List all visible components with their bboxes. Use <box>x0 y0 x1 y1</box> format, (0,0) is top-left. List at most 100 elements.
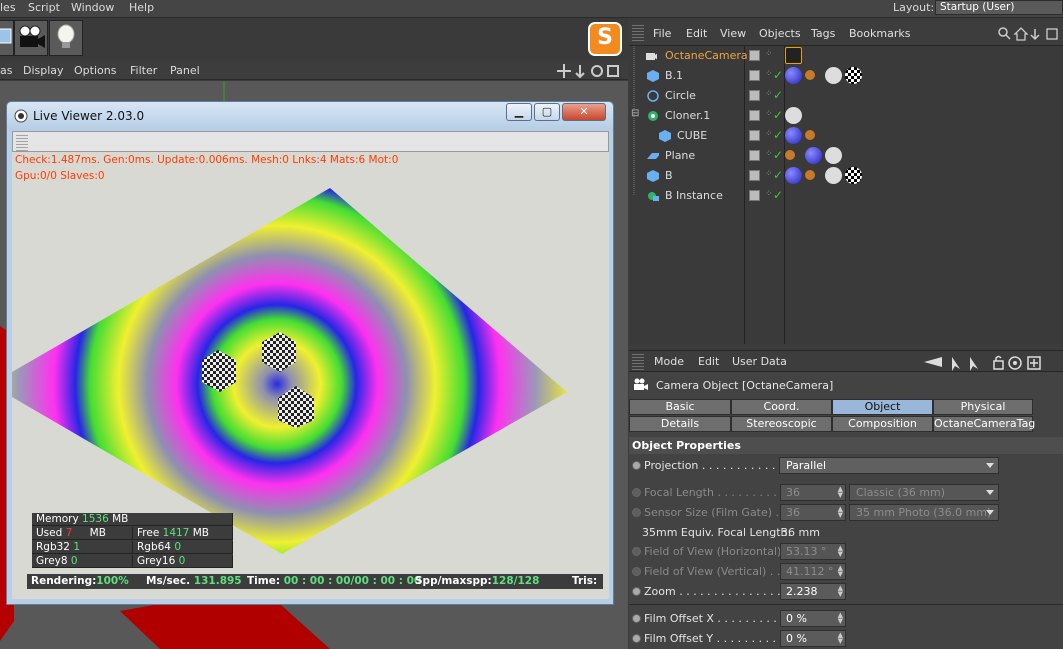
object-row-cloner1[interactable]: ⊟ Cloner.1 ⁘ ✓ <box>629 106 1063 126</box>
octane-s-button[interactable]: S <box>588 22 622 56</box>
texture-tag-icon[interactable] <box>805 70 815 80</box>
checker-tag-icon[interactable] <box>845 167 862 184</box>
visibility-dots-icon[interactable]: ⁘ <box>765 49 773 59</box>
om-menu-tags[interactable]: Tags <box>811 27 835 40</box>
checker-tag-icon[interactable] <box>845 67 862 84</box>
fov-horizontal-input[interactable]: 53.13 ° ▲ ▼ <box>780 543 846 560</box>
om-menu-objects[interactable]: Objects <box>759 27 801 40</box>
visibility-dots-icon[interactable]: ⁘ <box>765 169 773 179</box>
focal-length-preset[interactable]: Classic (36 mm) <box>849 484 999 501</box>
tab-details[interactable]: Details <box>629 416 731 432</box>
texture-tag-icon[interactable] <box>785 150 795 160</box>
am-grip-icon[interactable] <box>632 354 644 370</box>
keyframe-radio[interactable] <box>632 488 641 497</box>
tab-composition[interactable]: Composition <box>832 416 933 432</box>
keyframe-radio[interactable] <box>632 461 641 470</box>
visibility-dots-icon[interactable]: ⁘ <box>765 89 773 99</box>
projection-select[interactable]: Parallel <box>779 457 999 474</box>
vp-menu-panel[interactable]: Panel <box>170 64 200 77</box>
layer-swatch[interactable] <box>749 70 760 81</box>
keyframe-radio[interactable] <box>632 587 641 596</box>
viewport-nav-icons[interactable] <box>556 63 626 79</box>
tab-object[interactable]: Object <box>832 399 933 415</box>
keyframe-radio[interactable] <box>632 567 641 576</box>
film-offset-y-input[interactable]: 0 % ▲ ▼ <box>780 630 846 647</box>
toolbar-grip-icon[interactable] <box>16 135 28 151</box>
layer-swatch[interactable] <box>749 90 760 101</box>
keyframe-radio[interactable] <box>632 614 641 623</box>
octane-camera-tag-icon[interactable] <box>785 47 802 64</box>
menu-window[interactable]: Window <box>71 0 114 15</box>
am-menu-userdata[interactable]: User Data <box>732 355 787 368</box>
vp-menu-options[interactable]: Options <box>74 64 116 77</box>
keyframe-radio[interactable] <box>632 634 641 643</box>
material-tag-icon[interactable] <box>785 67 802 84</box>
om-menu-view[interactable]: View <box>720 27 746 40</box>
am-menu-mode[interactable]: Mode <box>654 355 684 368</box>
collapse-toggle-icon[interactable]: ⊟ <box>631 108 639 119</box>
enabled-check-icon[interactable]: ✓ <box>773 108 783 122</box>
sensor-size-input[interactable]: 36 ▲ ▼ <box>780 504 846 521</box>
light-tag-icon[interactable] <box>825 147 842 164</box>
maximize-button[interactable]: ▢ <box>534 103 560 121</box>
am-menu-edit[interactable]: Edit <box>698 355 719 368</box>
object-row-binstance[interactable]: B Instance ⁘ ✓ <box>629 186 1063 206</box>
om-grip-icon[interactable] <box>632 25 644 41</box>
layer-swatch[interactable] <box>749 150 760 161</box>
layer-swatch[interactable] <box>749 130 760 141</box>
light-tag-icon[interactable] <box>785 107 802 124</box>
light-button[interactable] <box>49 20 83 56</box>
tab-physical[interactable]: Physical <box>933 399 1033 415</box>
fov-vertical-input[interactable]: 41.112 ° ▲ ▼ <box>780 563 846 580</box>
film-offset-x-input[interactable]: 0 % ▲ ▼ <box>780 610 846 627</box>
enabled-check-icon[interactable]: ✓ <box>773 148 783 162</box>
vp-menu-display[interactable]: Display <box>23 64 64 77</box>
object-row-cube[interactable]: CUBE ⁘ ✓ <box>629 126 1063 146</box>
tab-octanecameratag[interactable]: OctaneCameraTag <box>933 416 1035 432</box>
close-button[interactable]: ✕ <box>562 103 606 121</box>
visibility-dots-icon[interactable]: ⁘ <box>765 69 773 79</box>
material-tag-icon[interactable] <box>785 167 802 184</box>
layer-swatch[interactable] <box>749 190 760 201</box>
vp-menu-filter[interactable]: Filter <box>130 64 157 77</box>
menu-script[interactable]: Script <box>28 0 60 15</box>
enabled-check-icon[interactable]: ✓ <box>773 88 783 102</box>
enabled-check-icon[interactable]: ✓ <box>773 68 783 82</box>
om-menu-bookmarks[interactable]: Bookmarks <box>849 27 910 40</box>
vp-menu-cameras[interactable]: as <box>0 64 12 77</box>
layer-swatch[interactable] <box>749 50 760 61</box>
om-menu-file[interactable]: File <box>653 27 671 40</box>
object-row-b1[interactable]: B.1 ⁘ ✓ <box>629 66 1063 86</box>
render-canvas[interactable]: Check:1.487ms. Gen:0ms. Update:0.006ms. … <box>12 152 609 599</box>
object-row-b[interactable]: B ⁘ ✓ <box>629 166 1063 186</box>
menu-files[interactable]: les <box>0 0 16 15</box>
enabled-check-icon[interactable]: ✓ <box>773 168 783 182</box>
object-row-circle[interactable]: Circle ⁘ ✓ <box>629 86 1063 106</box>
visibility-dots-icon[interactable]: ⁘ <box>765 109 773 119</box>
material-tag-icon[interactable] <box>805 147 822 164</box>
layer-swatch[interactable] <box>749 170 760 181</box>
enabled-check-icon[interactable]: ✓ <box>773 128 783 142</box>
render-view-button[interactable] <box>0 20 14 56</box>
sensor-size-preset[interactable]: 35 mm Photo (36.0 mm) <box>849 504 999 521</box>
minimize-button[interactable]: ▁ <box>506 103 532 121</box>
render-settings-button[interactable] <box>14 20 48 56</box>
om-toolbar-icons[interactable] <box>997 26 1063 42</box>
zoom-input[interactable]: 2.238 ▲ ▼ <box>780 583 846 600</box>
object-row-plane[interactable]: Plane ⁘ ✓ <box>629 146 1063 166</box>
light-tag-icon[interactable] <box>825 167 842 184</box>
enabled-check-icon[interactable]: ✓ <box>773 188 783 202</box>
live-viewer-titlebar[interactable]: Live Viewer 2.03.0 ▁ ▢ ✕ <box>7 102 613 130</box>
tab-coord[interactable]: Coord. <box>731 399 832 415</box>
visibility-dots-icon[interactable]: ⁘ <box>765 149 773 159</box>
om-menu-edit[interactable]: Edit <box>686 27 707 40</box>
texture-tag-icon[interactable] <box>805 130 815 140</box>
menu-help[interactable]: Help <box>129 0 154 15</box>
tab-stereoscopic[interactable]: Stereoscopic <box>731 416 832 432</box>
keyframe-radio[interactable] <box>632 547 641 556</box>
visibility-dots-icon[interactable]: ⁘ <box>765 129 773 139</box>
keyframe-radio[interactable] <box>632 508 641 517</box>
texture-tag-icon[interactable] <box>805 170 815 180</box>
focal-length-input[interactable]: 36 ▲ ▼ <box>780 484 846 501</box>
object-row-octanecamera[interactable]: OctaneCamera ⁘ <box>629 46 1063 66</box>
